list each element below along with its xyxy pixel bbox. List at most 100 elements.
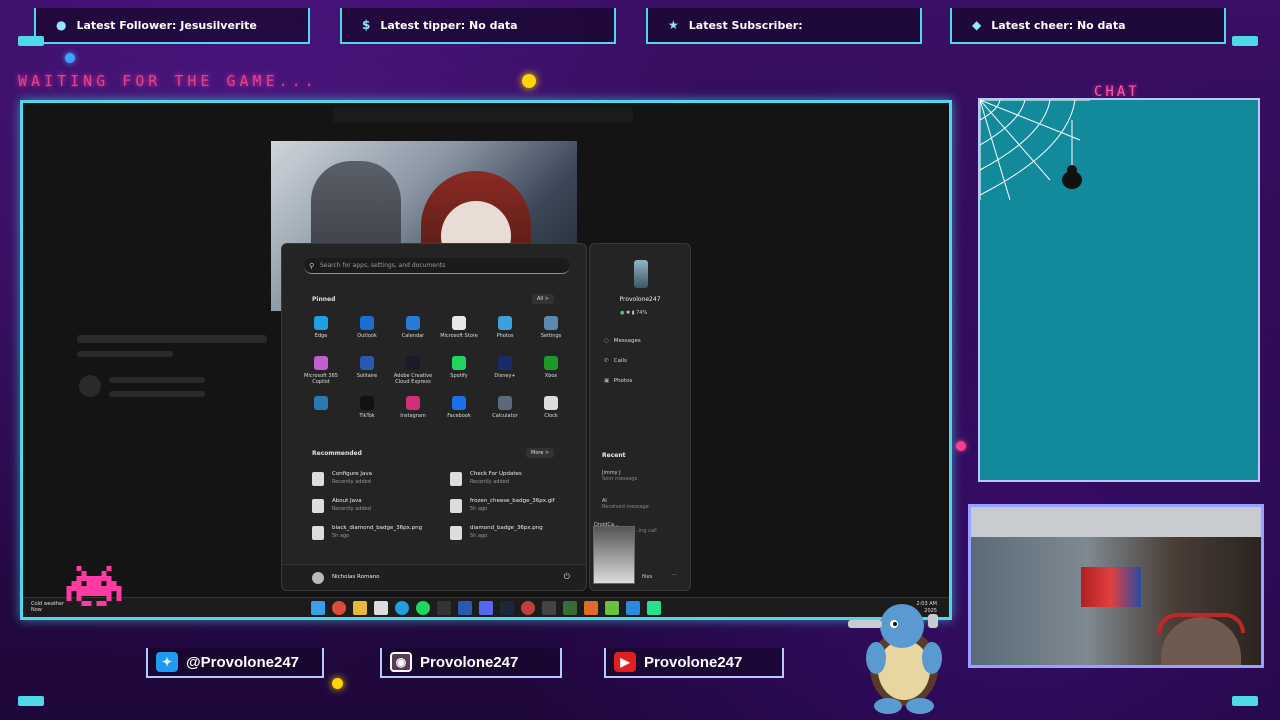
spotify-icon[interactable]: [416, 601, 430, 615]
user-avatar[interactable]: [312, 572, 324, 584]
app-icon[interactable]: [437, 601, 451, 615]
recommended-item[interactable]: black_diamond_badge_36px.png 5h ago: [312, 524, 442, 542]
app-icon[interactable]: [647, 601, 661, 615]
phone-recent-title: Recent: [602, 452, 626, 459]
pinned-app-photos[interactable]: Photos: [482, 316, 528, 339]
pinned-app-adobe-creative-cloud-express[interactable]: Adobe Creative Cloud Express: [390, 356, 436, 385]
pinned-app-label: Photos: [496, 333, 514, 339]
pinned-app-microsoft-365-copilot[interactable]: Microsoft 365 Copilot: [298, 356, 344, 385]
start-menu: ⚲ Search for apps, settings, and documen…: [281, 243, 587, 591]
taskbar-apps: [311, 601, 661, 615]
phone-item-photos[interactable]: ▣ Photos: [604, 378, 632, 384]
phone-files-link[interactable]: files: [642, 574, 652, 580]
phone-item-messages[interactable]: ○ Messages: [604, 338, 641, 344]
all-apps-button[interactable]: All >: [532, 294, 554, 304]
pinned-app-label: Clock: [544, 413, 558, 419]
pinned-app-label: Edge: [314, 333, 328, 339]
recommended-item[interactable]: About Java Recently added: [312, 497, 442, 515]
pinned-app-solitaire[interactable]: Solitaire: [344, 356, 390, 379]
pinned-app-settings[interactable]: Settings: [528, 316, 574, 339]
recommended-item-name: diamond_badge_36px.png: [470, 525, 543, 531]
pinned-app-disney-[interactable]: Disney+: [482, 356, 528, 379]
file-icon: [312, 472, 324, 486]
recommended-item-name: frozen_cheese_badge_36px.gif: [470, 498, 555, 504]
pinned-app-tiktok[interactable]: TikTok: [344, 396, 390, 419]
app-icon[interactable]: [458, 601, 472, 615]
pinned-app-label: Spotify: [450, 373, 468, 379]
steam-icon[interactable]: [500, 601, 514, 615]
recommended-item-sub: 5h ago: [470, 533, 488, 539]
store-icon: [452, 316, 466, 330]
phone-recent-item[interactable]: Jimmy J Sent message: [602, 470, 637, 482]
solitaire-icon: [360, 356, 374, 370]
edge-icon[interactable]: [395, 601, 409, 615]
star-icon: ★: [668, 18, 679, 32]
start-icon[interactable]: [311, 601, 325, 615]
power-icon[interactable]: ⏻: [564, 572, 570, 582]
pinned-app-outlook[interactable]: Outlook: [344, 316, 390, 339]
xbox-icon: [544, 356, 558, 370]
corner-decoration: [18, 36, 44, 46]
pinned-app-label: Facebook: [447, 413, 471, 419]
store-icon[interactable]: [374, 601, 388, 615]
pinned-app-spotify[interactable]: Spotify: [436, 356, 482, 379]
twitter-text: @Provolone247: [186, 653, 299, 671]
placeholder-bar: [77, 351, 173, 357]
file-icon: [312, 499, 324, 513]
recommended-item[interactable]: frozen_cheese_badge_36px.gif 5h ago: [450, 497, 580, 515]
recommended-item[interactable]: Check For Updates Recently added: [450, 470, 580, 488]
adobe-express-icon: [406, 356, 420, 370]
recommended-item-sub: Recently added: [470, 479, 509, 485]
corner-decoration: [1232, 696, 1258, 706]
headset: [1157, 613, 1245, 633]
decor-dot: [956, 441, 966, 451]
more-icon[interactable]: ⋯: [672, 572, 677, 578]
recommended-item[interactable]: Configure Java Recently added: [312, 470, 442, 488]
app-icon[interactable]: [521, 601, 535, 615]
weather-widget[interactable]: Cold weather Now: [31, 601, 64, 613]
pinned-app-xbox[interactable]: Xbox: [528, 356, 574, 379]
pinned-app-calculator[interactable]: Calculator: [482, 396, 528, 419]
pinned-app-clock[interactable]: Clock: [528, 396, 574, 419]
phone-item-calls[interactable]: ✆ Calls: [604, 358, 627, 364]
chat-label: CHAT: [1094, 84, 1140, 100]
recommended-item-sub: 5h ago: [332, 533, 350, 539]
waiting-for-game-text: WAITING FOR THE GAME...: [18, 72, 318, 90]
photo-icon: ▣: [604, 378, 610, 384]
discord-icon[interactable]: [479, 601, 493, 615]
app-icon[interactable]: [626, 601, 640, 615]
start-search-input[interactable]: ⚲ Search for apps, settings, and documen…: [304, 258, 570, 274]
pinned-app-label: Microsoft Store: [440, 333, 478, 339]
phone-item-label: Calls: [613, 358, 627, 364]
battery-icon: ▮: [631, 310, 635, 316]
outlook-icon: [360, 316, 374, 330]
file-explorer-icon[interactable]: [353, 601, 367, 615]
battery-level: 74%: [636, 310, 648, 316]
youtube-text: Provolone247: [644, 653, 743, 671]
pinned-app-label: Solitaire: [356, 373, 378, 379]
webcam-frame: [968, 504, 1264, 668]
chrome-icon[interactable]: [332, 601, 346, 615]
more-button[interactable]: More >: [526, 448, 555, 458]
app-icon[interactable]: [563, 601, 577, 615]
facebook-icon: [452, 396, 466, 410]
pinned-app-calendar[interactable]: Calendar: [390, 316, 436, 339]
app-icon[interactable]: [542, 601, 556, 615]
phone-recent-item[interactable]: Al Received message: [602, 498, 649, 510]
app-icon[interactable]: [584, 601, 598, 615]
phone-screenshot-thumbnail[interactable]: [593, 526, 635, 584]
pinned-app-label: Outlook: [357, 333, 377, 339]
pinned-app-label: Settings: [540, 333, 562, 339]
webcam-ceiling: [971, 507, 1261, 537]
pinned-app-edge[interactable]: Edge: [298, 316, 344, 339]
recommended-item[interactable]: diamond_badge_36px.png 5h ago: [450, 524, 580, 542]
pinned-app-unnamed[interactable]: [298, 396, 344, 413]
pinned-app-microsoft-store[interactable]: Microsoft Store: [436, 316, 482, 339]
phone-item-label: Messages: [613, 338, 641, 344]
app-icon[interactable]: [605, 601, 619, 615]
pinned-app-facebook[interactable]: Facebook: [436, 396, 482, 419]
pinned-app-instagram[interactable]: Instagram: [390, 396, 436, 419]
phone-item-label: Photos: [613, 378, 633, 384]
webcam-poster: [1081, 567, 1141, 607]
edge-icon: [314, 316, 328, 330]
